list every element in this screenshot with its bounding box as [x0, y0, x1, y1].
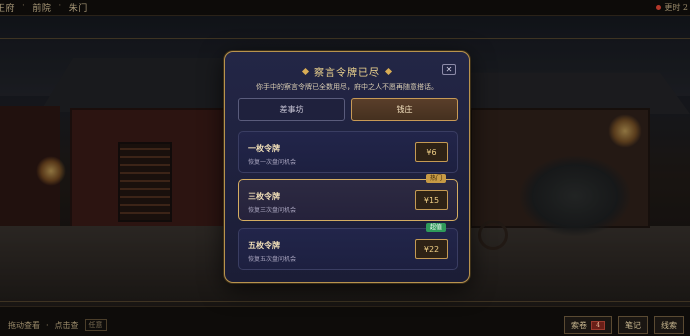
close-button[interactable]: ✕: [442, 64, 456, 75]
product-card-1[interactable]: 一枚令牌 恢复一次盘问机会 ¥6: [238, 131, 458, 173]
price-button[interactable]: ¥22: [415, 239, 448, 259]
token-shop-modal: 察言令牌已尽 ✕ 你手中的察言令牌已全数用尽，府中之人不愿再随意搭话。 差事坊 …: [224, 51, 470, 283]
product-name: 一枚令牌: [248, 143, 280, 153]
diamond-icon: [384, 67, 393, 76]
hint-text: 拖动查看 · 点击查 任意: [8, 319, 107, 331]
close-icon: ✕: [445, 64, 453, 74]
breadcrumb-item[interactable]: 王府: [0, 1, 15, 14]
diamond-icon: [301, 67, 310, 76]
time-text: 更时 2: [664, 3, 688, 12]
count-badge: 4: [591, 320, 605, 330]
bottom-bar: 拖动查看 · 点击查 任意 索卷 4 笔记 线索: [0, 306, 690, 336]
modal-subtitle: 你手中的察言令牌已全数用尽，府中之人不愿再随意搭话。: [256, 83, 438, 91]
hot-badge: 热门: [425, 174, 446, 183]
bottom-actions: 索卷 4 笔记 线索: [564, 316, 684, 334]
breadcrumb-item[interactable]: 前院: [32, 1, 51, 14]
product-name: 三枚令牌: [248, 191, 280, 201]
notes-button[interactable]: 笔记: [618, 316, 648, 334]
top-bar: 王府 · 前院 · 朱门 更时 2: [0, 0, 690, 16]
status-dot-icon: [656, 5, 662, 10]
price-button[interactable]: ¥15: [415, 190, 448, 210]
archive-button[interactable]: 索卷 4: [564, 316, 612, 334]
modal-title: 察言令牌已尽: [225, 64, 469, 79]
tab-errands[interactable]: 差事坊: [238, 98, 345, 121]
shop-tabs: 差事坊 钱庄: [238, 98, 458, 121]
product-name: 五枚令牌: [248, 240, 280, 250]
product-desc: 恢复一次盘问机会: [248, 159, 297, 166]
tab-bank[interactable]: 钱庄: [351, 98, 458, 121]
product-card-3[interactable]: 热门 三枚令牌 恢复三次盘问机会 ¥15: [238, 174, 458, 221]
time-indicator: 更时 2: [656, 2, 688, 13]
breadcrumb-item[interactable]: 朱门: [69, 1, 88, 14]
product-desc: 恢复五次盘问机会: [248, 256, 297, 263]
price-button[interactable]: ¥6: [415, 142, 448, 162]
value-badge: 超值: [425, 223, 446, 232]
product-card-5[interactable]: 超值 五枚令牌 恢复五次盘问机会 ¥22: [238, 223, 458, 270]
clues-button[interactable]: 线索: [654, 316, 684, 334]
product-desc: 恢复三次盘问机会: [248, 207, 297, 214]
hint-tag: 任意: [84, 319, 107, 331]
breadcrumb: 王府 · 前院 · 朱门: [0, 1, 88, 14]
